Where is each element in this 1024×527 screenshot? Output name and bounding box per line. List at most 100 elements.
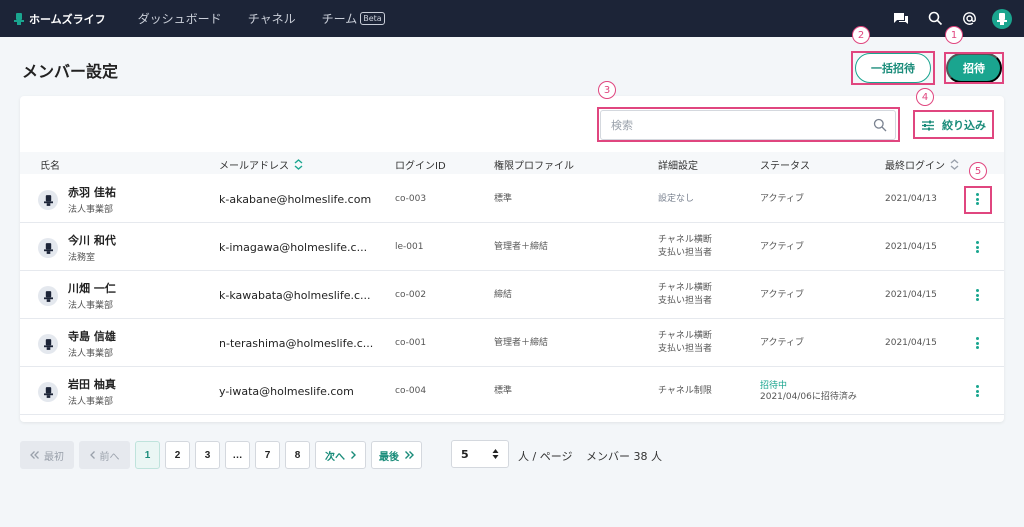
member-email: n-terashima@holmeslife.c...	[219, 336, 374, 350]
member-detail: チャネル横断	[658, 235, 712, 245]
per-page-select[interactable]: 5	[451, 440, 509, 468]
double-chevron-left-icon	[30, 451, 39, 459]
first-page-label: 最初	[44, 451, 64, 463]
sort-icon[interactable]	[294, 159, 303, 170]
page-button-1[interactable]: 1	[135, 441, 160, 469]
member-dept: 法人事業部	[68, 348, 114, 359]
header-last-login[interactable]: 最終ログイン	[885, 157, 959, 172]
member-login-id: co-002	[395, 289, 427, 300]
member-detail: チャネル横断	[658, 283, 712, 293]
member-last-login: 2021/04/15	[885, 241, 937, 252]
member-detail-2: 支払い担当者	[658, 344, 713, 354]
annotation-box-filter	[913, 110, 994, 139]
table-row[interactable]: 寺島 信雄 法人事業部 n-terashima@holmeslife.c... c…	[20, 319, 1004, 367]
annotation-number: 5	[969, 162, 987, 180]
page-button-2[interactable]: 2	[165, 441, 190, 469]
user-avatar	[38, 382, 58, 402]
prev-page-button[interactable]: 前へ	[79, 441, 130, 469]
page-button-3[interactable]: 3	[195, 441, 220, 469]
member-status: 招待中	[760, 381, 788, 391]
table-row[interactable]: 岩田 柚真 法人事業部 y-iwata@holmeslife.com co-004…	[20, 367, 1004, 415]
row-menu-icon[interactable]	[972, 287, 982, 303]
nav-team-label: チーム	[321, 12, 358, 26]
per-page-value: 5	[461, 447, 469, 461]
member-profile: 締結	[494, 289, 513, 300]
header-status: ステータス	[760, 161, 810, 172]
annotation-number: 2	[852, 26, 870, 44]
annotation-number: 1	[945, 26, 963, 44]
member-profile: 標準	[494, 193, 513, 204]
member-count: メンバー 38 人	[586, 450, 662, 463]
nav-dashboard[interactable]: ダッシュボード	[138, 10, 222, 27]
member-login-id: le-001	[395, 241, 424, 252]
member-last-login: 2021/04/13	[885, 193, 937, 204]
member-profile: 管理者＋締結	[494, 241, 549, 252]
header-email-label: メールアドレス	[219, 161, 289, 172]
member-detail: 設定なし	[658, 193, 695, 204]
user-avatar	[38, 334, 58, 354]
chat-icon[interactable]	[892, 10, 910, 28]
top-navigation-bar: ホームズライフ ダッシュボード チャネル チーム Beta	[0, 0, 1024, 37]
member-email: k-akabane@holmeslife.com	[219, 192, 372, 206]
header-name: 氏名	[40, 161, 60, 172]
caret-updown-icon	[492, 449, 499, 459]
brand-logo-icon	[14, 12, 24, 25]
annotation-number: 3	[598, 81, 616, 99]
user-avatar	[38, 190, 58, 210]
page-button-8[interactable]: 8	[285, 441, 310, 469]
search-icon[interactable]	[926, 10, 944, 28]
member-invite-date: 2021/04/06に招待済み	[760, 392, 857, 402]
member-status: アクティブ	[760, 241, 805, 252]
table-row[interactable]: 赤羽 佳祐 法人事業部 k-akabane@holmeslife.com co-0…	[20, 175, 1004, 223]
double-chevron-right-icon	[405, 451, 414, 459]
annotation-box-bulk	[851, 51, 935, 85]
header-login-id: ログインID	[395, 161, 446, 172]
member-status: アクティブ	[760, 193, 805, 204]
member-profile: 標準	[494, 385, 513, 396]
table-row[interactable]: 川畑 一仁法人事業部 k-kawabata@holmeslife.c... co…	[20, 271, 1004, 319]
member-name: 川畑 一仁	[68, 281, 116, 295]
chevron-right-icon	[351, 451, 356, 459]
annotation-box-row-menu	[964, 186, 992, 214]
last-page-label: 最後	[379, 451, 399, 463]
member-status: アクティブ	[760, 337, 805, 348]
member-detail: チャネル横断	[658, 331, 712, 341]
page-ellipsis: …	[225, 441, 250, 469]
member-status: アクティブ	[760, 289, 805, 300]
member-dept: 法人事業部	[68, 396, 114, 407]
last-page-button[interactable]: 最後	[371, 441, 422, 469]
user-avatar	[38, 286, 58, 306]
top-icons	[876, 0, 1012, 37]
nav-team[interactable]: チーム Beta	[322, 10, 385, 27]
next-page-label: 次へ	[325, 451, 345, 463]
nav-channel[interactable]: チャネル	[248, 10, 296, 27]
table-row[interactable]: 今川 和代 法務室 k-imagawa@holmeslife.c... le-00…	[20, 223, 1004, 271]
member-dept: 法務室	[68, 252, 96, 263]
chevron-left-icon	[89, 451, 95, 459]
header-detail: 詳細設定	[658, 161, 698, 172]
mention-icon[interactable]	[960, 10, 978, 28]
member-dept: 法人事業部	[68, 300, 114, 311]
first-page-button[interactable]: 最初	[20, 441, 74, 469]
member-email: k-imagawa@holmeslife.c...	[219, 240, 368, 254]
member-detail: チャネル制限	[658, 385, 712, 396]
brand-name: ホームズライフ	[29, 12, 106, 26]
annotation-box-search	[597, 107, 900, 142]
member-login-id: co-004	[395, 385, 427, 396]
table-header: 氏名 メールアドレス ログインID 権限プロファイル 詳細設定 ステータス 最終…	[20, 152, 1004, 174]
sort-icon[interactable]	[950, 159, 959, 170]
next-page-button[interactable]: 次へ	[315, 441, 366, 469]
user-avatar	[38, 238, 58, 258]
user-avatar-icon[interactable]	[992, 8, 1012, 29]
annotation-number: 4	[916, 88, 934, 106]
row-menu-icon[interactable]	[972, 239, 982, 255]
beta-badge: Beta	[360, 12, 385, 25]
member-email: k-kawabata@holmeslife.c...	[219, 288, 371, 302]
member-login-id: co-001	[395, 337, 427, 348]
member-detail-2: 支払い担当者	[658, 296, 713, 306]
row-menu-icon[interactable]	[972, 335, 982, 351]
header-email[interactable]: メールアドレス	[219, 157, 303, 172]
brand-logo[interactable]: ホームズライフ	[14, 11, 106, 27]
page-button-7[interactable]: 7	[255, 441, 280, 469]
row-menu-icon[interactable]	[972, 383, 982, 399]
